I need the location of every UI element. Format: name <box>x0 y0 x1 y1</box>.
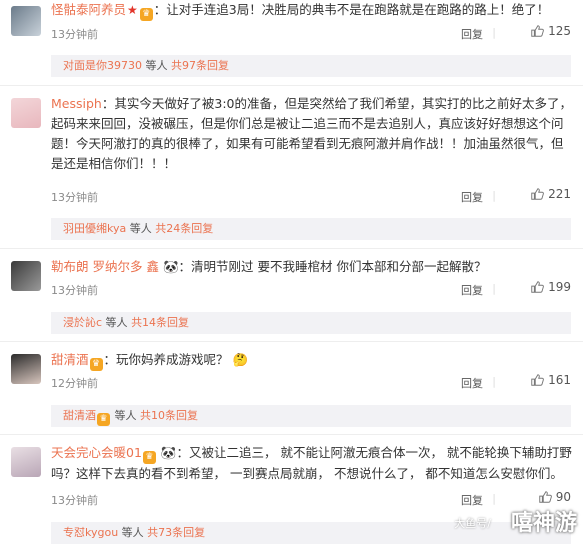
like-button[interactable]: 161 <box>530 373 571 387</box>
reply-username[interactable]: 对面是你39730 <box>63 59 142 72</box>
thumb-up-icon <box>538 491 552 503</box>
divider: | <box>492 26 496 39</box>
comment-username[interactable]: Messiph <box>51 96 102 111</box>
member-badge-icon: ♛ <box>89 358 103 371</box>
comment-2: Messiph：其实今天做好了被3:0的准备，但是突然给了我们希望，其实打的比之… <box>0 86 583 246</box>
comment-time: 12分钟前 <box>51 377 98 390</box>
avatar[interactable] <box>11 6 41 36</box>
like-button[interactable]: 199 <box>530 280 571 294</box>
member-badge-icon: ♛ <box>142 451 156 464</box>
comment-time: 13分钟前 <box>51 28 98 41</box>
reply-username[interactable]: 专怼kygou <box>63 526 118 539</box>
reply-username[interactable]: 羽田優缃kya <box>63 222 126 235</box>
comment-1: 怪骷泰阿养员★ ♛ ：让对手连追3局！决胜局的典韦不是在跑路就是在跑路的路上！绝了！… <box>0 0 583 83</box>
reply-mid-text: 等人 <box>111 409 140 422</box>
avatar[interactable] <box>11 354 41 384</box>
reply-count[interactable]: 共97条回复 <box>171 59 229 72</box>
comment-4: 甜清酒 ♛ ：玩你妈养成游戏呢？ 🤔 12分钟前 回复 | 161 甜清酒 ♛ 等人 … <box>0 342 583 432</box>
comment-time: 13分钟前 <box>51 284 98 297</box>
comment-body: 甜清酒 ♛ ：玩你妈养成游戏呢？ 🤔 <box>51 352 249 371</box>
thumb-up-icon <box>531 374 544 386</box>
comment-text: 让对手连追3局！决胜局的典韦不是在跑路就是在跑路的路上！绝了！ <box>166 2 550 17</box>
avatar[interactable] <box>11 98 41 128</box>
like-button[interactable]: 125 <box>530 24 571 38</box>
question-emoji-icon: 🤔 <box>232 352 249 367</box>
reply-button[interactable]: 回复 <box>461 189 483 205</box>
watermark-logo: 嘻神游 <box>510 511 577 536</box>
reply-username[interactable]: 浸於訫c <box>63 316 102 329</box>
like-count: 125 <box>548 24 571 38</box>
star-icon: ★ <box>127 3 138 17</box>
reply-mid-text: 等人 <box>118 526 148 539</box>
comment-body: 勒布朗 罗纳尔多 鑫 🐼：清明节刚过 要不我睡棺材 你们本部和分部一起解散？ <box>51 259 487 274</box>
divider: | <box>492 189 496 202</box>
panda-icon: 🐼 <box>160 445 177 460</box>
reply-count[interactable]: 共10条回复 <box>140 409 198 422</box>
avatar[interactable] <box>11 261 41 291</box>
reply-mid-text: 等人 <box>102 316 132 329</box>
comment-text: 清明节刚过 要不我睡棺材 你们本部和分部一起解散？ <box>191 259 487 274</box>
reply-summary[interactable]: 对面是你39730 等人 共97条回复 <box>51 55 571 77</box>
comment-time: 13分钟前 <box>51 191 98 204</box>
comment-3: 勒布朗 罗纳尔多 鑫 🐼：清明节刚过 要不我睡棺材 你们本部和分部一起解散？ 1… <box>0 249 583 339</box>
comment-username[interactable]: 勒布朗 罗纳尔多 鑫 <box>51 259 159 274</box>
comment-meta: 13分钟前 回复 | 199 <box>51 280 571 298</box>
reply-button[interactable]: 回复 <box>461 492 483 508</box>
comment-meta: 13分钟前 回复 | 90 <box>51 490 571 508</box>
watermark-source: 大鱼号/ <box>454 517 491 530</box>
comment-meta: 13分钟前 回复 | 221 <box>51 187 571 205</box>
comment-body: 天会完心会暖01 ♛ 🐼：又被让二追三， 就不能让阿澈无痕合体一次， 就不能轮换下… <box>51 445 572 481</box>
reply-summary[interactable]: 浸於訫c 等人 共14条回复 <box>51 312 571 334</box>
comment-username[interactable]: 天会完心会暖01 <box>51 445 142 460</box>
reply-button[interactable]: 回复 <box>461 375 483 391</box>
reply-summary[interactable]: 羽田優缃kya 等人 共24条回复 <box>51 218 571 240</box>
reply-username[interactable]: 甜清酒 <box>63 409 96 422</box>
avatar[interactable] <box>11 447 41 477</box>
like-count: 90 <box>555 490 571 504</box>
member-badge-icon: ♛ <box>139 8 153 21</box>
reply-button[interactable]: 回复 <box>461 282 483 298</box>
reply-count[interactable]: 共14条回复 <box>131 316 189 329</box>
thumb-up-icon <box>531 281 544 293</box>
like-button[interactable]: 90 <box>538 490 571 504</box>
reply-mid-text: 等人 <box>142 59 171 72</box>
comment-body: 怪骷泰阿养员★ ♛ ：让对手连追3局！决胜局的典韦不是在跑路就是在跑路的路上！绝了！ <box>51 2 550 21</box>
divider: | <box>492 492 496 505</box>
comment-text: 其实今天做好了被3:0的准备，但是突然给了我们希望，其实打的比之前好太多了，起码… <box>51 96 572 171</box>
reply-count[interactable]: 共24条回复 <box>155 222 213 235</box>
thumb-up-icon <box>531 188 544 200</box>
comment-meta: 12分钟前 回复 | 161 <box>51 373 571 391</box>
comment-5: 天会完心会暖01 ♛ 🐼：又被让二追三， 就不能让阿澈无痕合体一次， 就不能轮换下… <box>0 435 583 544</box>
comment-text: 玩你妈养成游戏呢？ <box>116 352 229 367</box>
thumb-up-icon <box>531 25 544 37</box>
panda-icon: 🐼 <box>162 259 179 274</box>
reply-summary[interactable]: 专怼kygou 等人 共73条回复 <box>51 522 571 544</box>
member-badge-icon: ♛ <box>97 413 110 426</box>
reply-button[interactable]: 回复 <box>461 26 483 42</box>
comment-body: Messiph：其实今天做好了被3:0的准备，但是突然给了我们希望，其实打的比之… <box>51 96 572 171</box>
divider: | <box>492 282 496 295</box>
reply-count[interactable]: 共73条回复 <box>147 526 205 539</box>
comment-meta: 13分钟前 回复 | 125 <box>51 24 571 42</box>
like-count: 199 <box>548 280 571 294</box>
reply-summary[interactable]: 甜清酒 ♛ 等人 共10条回复 <box>51 405 571 427</box>
divider: | <box>492 375 496 388</box>
like-button[interactable]: 221 <box>530 187 571 201</box>
comment-time: 13分钟前 <box>51 494 98 507</box>
like-count: 161 <box>548 373 571 387</box>
like-count: 221 <box>548 187 571 201</box>
comment-username[interactable]: 怪骷泰阿养员 <box>51 2 126 17</box>
reply-mid-text: 等人 <box>126 222 156 235</box>
comment-username[interactable]: 甜清酒 <box>51 352 89 367</box>
